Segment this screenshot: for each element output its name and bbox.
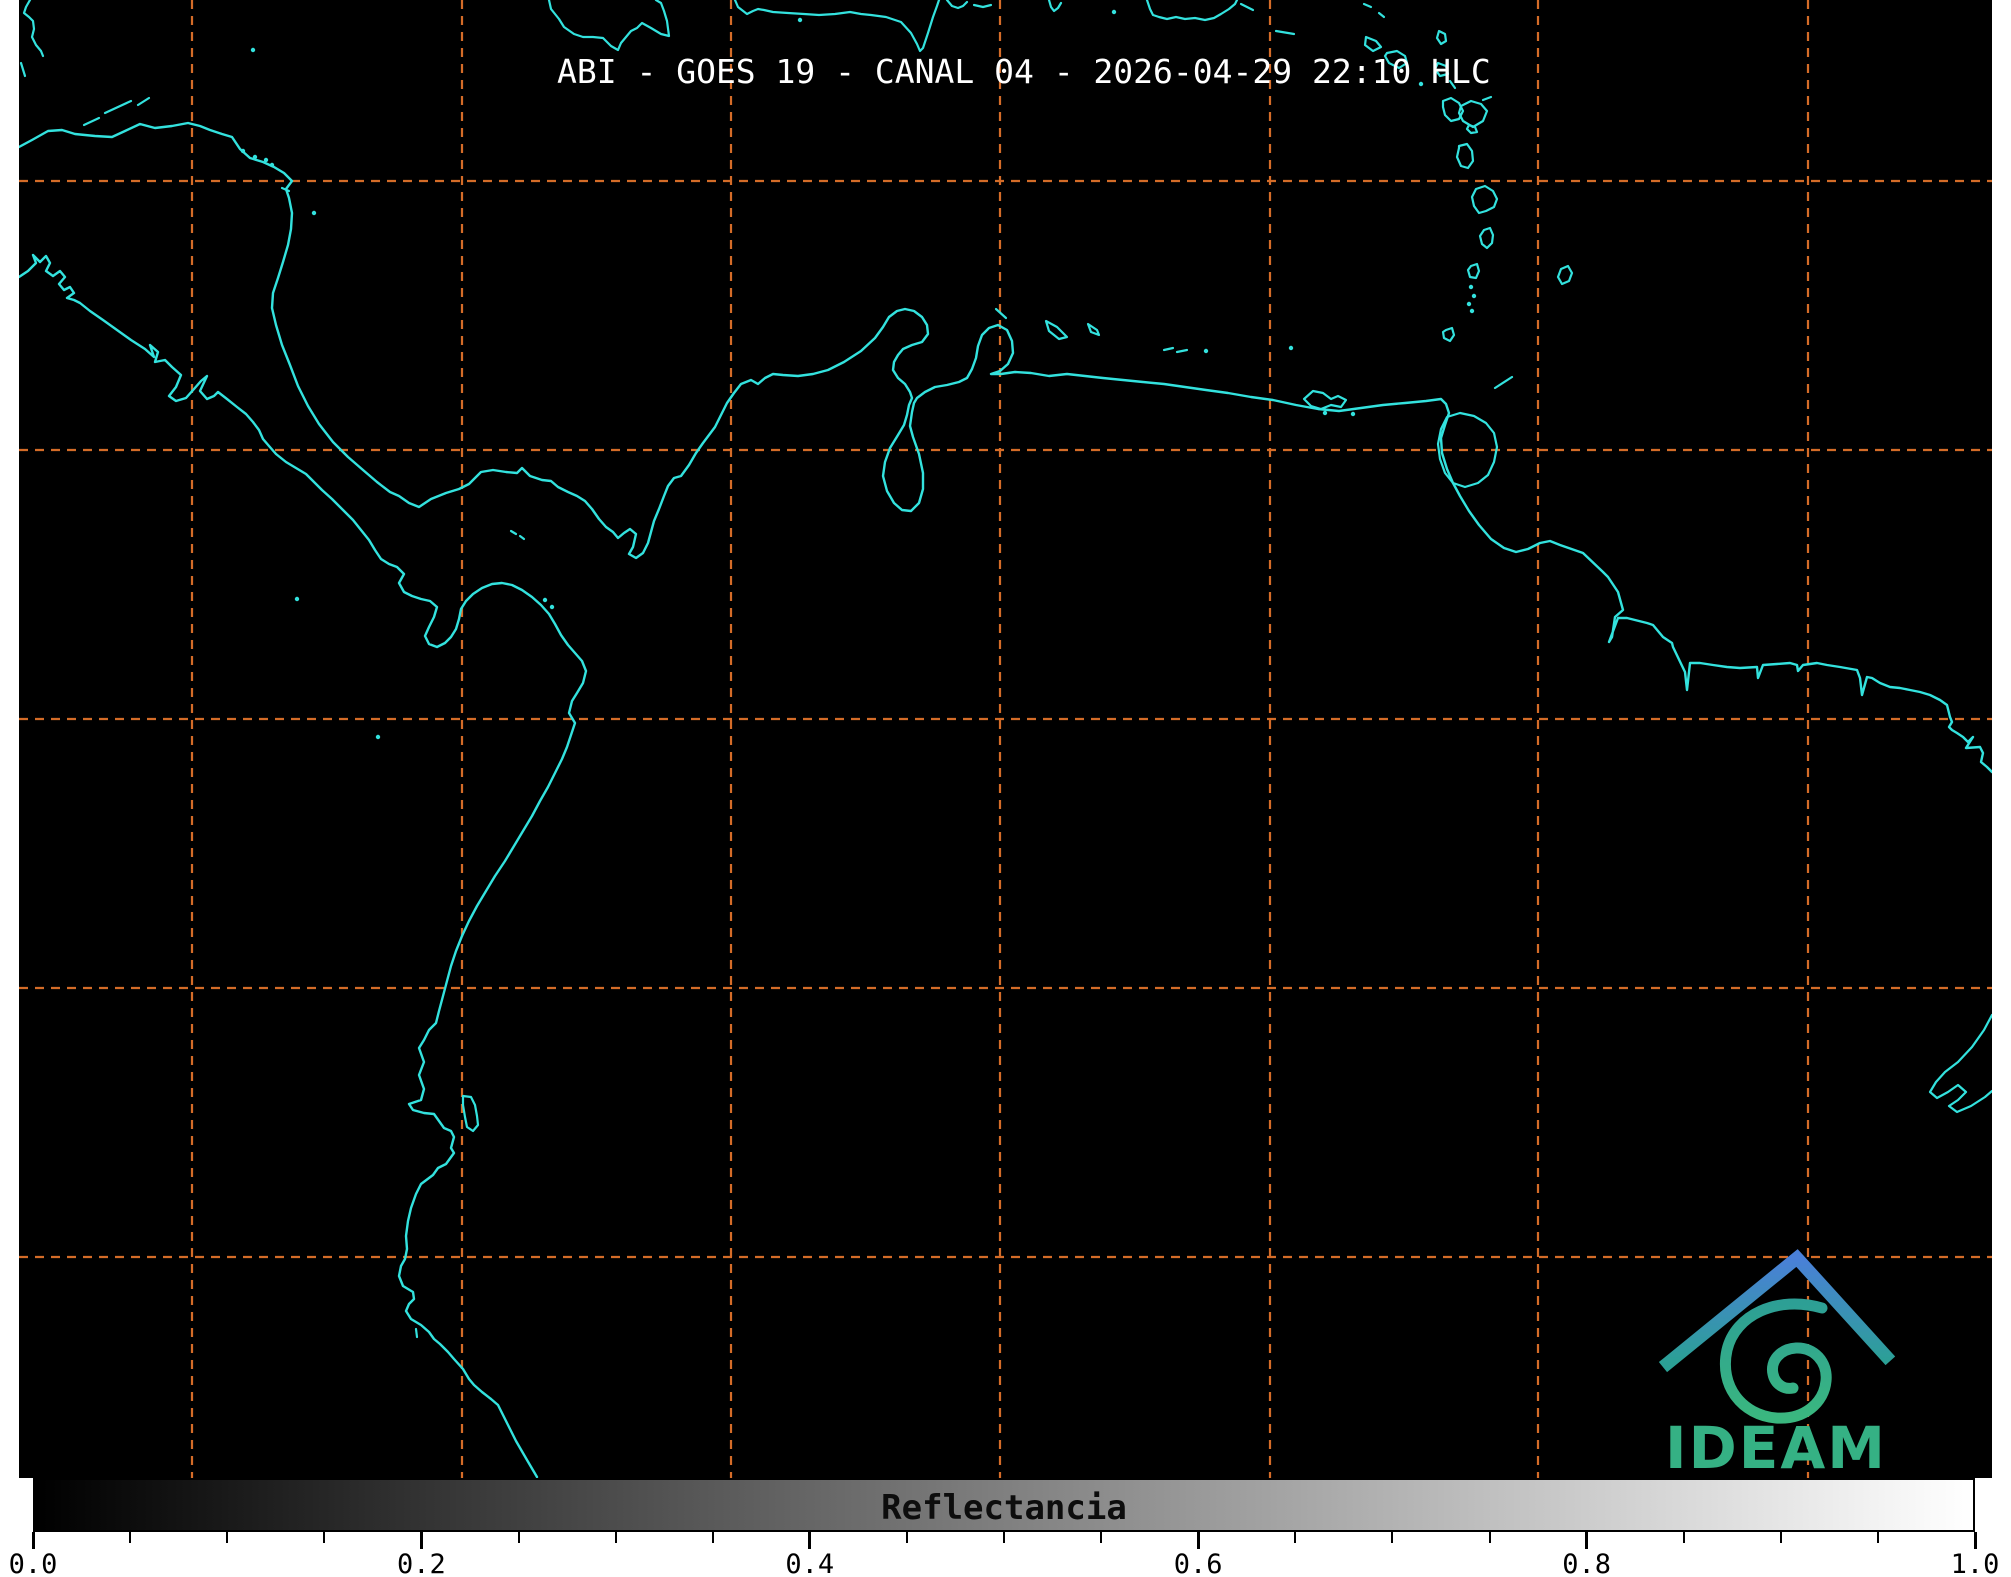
island-path <box>1147 0 1237 20</box>
colorbar-minor-tick <box>906 1532 908 1543</box>
island-dot <box>550 605 554 609</box>
colorbar-tick-label: 0.0 <box>0 1549 78 1577</box>
island-path <box>1467 125 1477 133</box>
island-dot <box>543 598 547 602</box>
island-path <box>549 0 669 50</box>
graticule-grid <box>19 0 1992 1478</box>
colorbar-minor-tick <box>1100 1532 1102 1543</box>
island-dot <box>1289 346 1293 350</box>
colorbar-tick-label: 1.0 <box>1930 1549 2011 1577</box>
island-path <box>520 536 524 539</box>
coastlines <box>19 0 1992 1477</box>
colorbar-major-tick <box>1197 1532 1200 1549</box>
island-path <box>511 531 516 534</box>
island-path <box>735 0 939 51</box>
island-path <box>24 0 43 56</box>
colorbar-minor-tick <box>323 1532 325 1543</box>
island-path <box>138 98 149 105</box>
island-path <box>1365 37 1381 51</box>
colorbar-minor-tick <box>712 1532 714 1543</box>
image-title: ABI - GOES 19 - CANAL 04 - 2026-04-29 22… <box>557 54 1491 90</box>
island-path <box>1495 377 1512 388</box>
colorbar-major-tick <box>808 1532 811 1549</box>
island-dot <box>1470 309 1474 313</box>
colorbar-major-tick <box>1974 1532 1977 1549</box>
island-dot <box>1472 294 1476 298</box>
island-dot <box>376 735 380 739</box>
island-path <box>1443 328 1454 341</box>
coastline-path <box>19 123 1992 772</box>
island-path <box>1558 266 1572 284</box>
colorbar-tick-label: 0.6 <box>1153 1549 1243 1577</box>
island-path <box>1472 186 1497 213</box>
colorbar-minor-tick <box>615 1532 617 1543</box>
island-dot <box>1469 285 1473 289</box>
island-path <box>21 63 25 76</box>
island-path <box>1437 31 1446 44</box>
colorbar-minor-tick <box>518 1532 520 1543</box>
island-path <box>1483 97 1491 100</box>
colorbar-minor-tick <box>129 1532 131 1543</box>
island-dot <box>251 48 255 52</box>
island-path <box>1457 144 1473 168</box>
colorbar-minor-tick <box>226 1532 228 1543</box>
hurricane-spiral-icon <box>1725 1304 1826 1418</box>
island-dot <box>270 163 274 167</box>
island-dot <box>798 18 802 22</box>
colorbar-tick-label: 0.4 <box>765 1549 855 1577</box>
colorbar-major-tick <box>1585 1532 1588 1549</box>
island-dot <box>1467 302 1471 306</box>
island-path <box>1304 391 1346 409</box>
colorbar-tick-label: 0.2 <box>376 1549 466 1577</box>
island-dot <box>295 597 299 601</box>
island-path <box>1468 264 1479 278</box>
island-path <box>1164 348 1173 350</box>
island-path <box>1930 1015 1992 1112</box>
island-path <box>1049 0 1061 11</box>
island-dot <box>241 149 245 153</box>
colorbar-minor-tick <box>1294 1532 1296 1543</box>
island-path <box>1241 4 1253 10</box>
island-dot <box>1351 412 1355 416</box>
colorbar-major-tick <box>420 1532 423 1549</box>
map-svg: IDEAM <box>19 0 1992 1478</box>
colorbar-minor-tick <box>1683 1532 1685 1543</box>
island-path <box>1276 31 1294 34</box>
colorbar-minor-tick <box>1003 1532 1005 1543</box>
colorbar-minor-tick <box>1780 1532 1782 1543</box>
island-dot <box>1323 411 1327 415</box>
island-path <box>416 1329 417 1337</box>
colorbar-major-tick <box>32 1532 35 1549</box>
island-path <box>1088 324 1099 335</box>
island-dot <box>1112 10 1116 14</box>
colorbar-minor-tick <box>1489 1532 1491 1543</box>
ideam-logo-text: IDEAM <box>1665 1414 1887 1478</box>
island-path <box>974 5 991 7</box>
ideam-logo: IDEAM <box>1665 1258 1887 1478</box>
island-path <box>1364 4 1371 7</box>
island-dot <box>253 155 257 159</box>
island-path <box>1459 101 1487 127</box>
island-path <box>1480 228 1493 248</box>
island-path <box>1379 13 1384 17</box>
island-path <box>947 0 967 8</box>
island-path <box>1046 321 1067 339</box>
island-dot <box>312 211 316 215</box>
satellite-image-screen: IDEAM ABI - GOES 19 - CANAL 04 - 2026-04… <box>0 0 2011 1577</box>
colorbar-minor-tick <box>1391 1532 1393 1543</box>
island-path <box>1177 350 1187 352</box>
satellite-map: IDEAM <box>19 0 1992 1478</box>
island-dot <box>1204 349 1208 353</box>
island-path <box>105 101 131 113</box>
colorbar-tick-label: 0.8 <box>1542 1549 1632 1577</box>
colorbar-minor-tick <box>1877 1532 1879 1543</box>
island-path <box>463 1096 478 1131</box>
coastline-path <box>19 255 586 1477</box>
island-dot <box>264 158 268 162</box>
island-path <box>84 118 99 125</box>
colorbar-label: Reflectancia <box>33 1488 1975 1528</box>
island-path <box>282 188 289 191</box>
